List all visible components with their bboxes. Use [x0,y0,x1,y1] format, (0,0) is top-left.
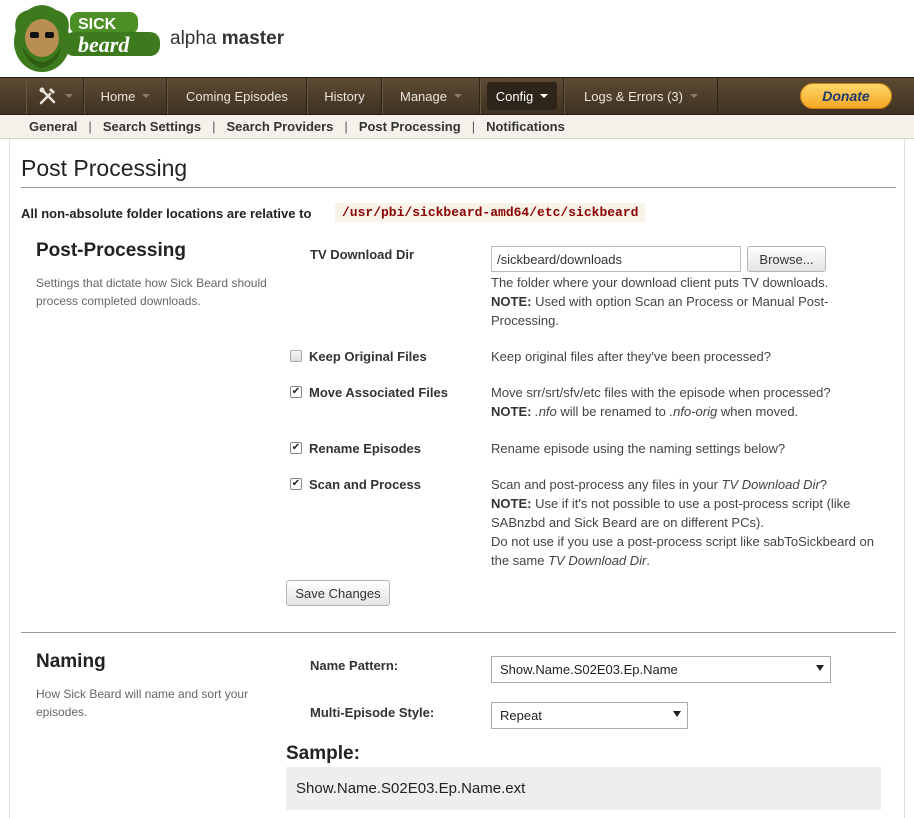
subnav-separator: | [344,119,348,134]
nav-home[interactable]: Home [84,78,167,114]
note-text: Used with option Scan an Process or Manu… [491,294,829,328]
note-label: NOTE: [491,496,532,511]
note-text: Use if it's not possible to use a post-p… [491,496,851,530]
nav-home-label: Home [100,88,136,104]
checkmark-icon: ✔ [291,478,301,489]
scan-and-process-label: Scan and Process [309,477,421,492]
checkmark-icon: ✔ [291,386,301,397]
tools-menu[interactable] [26,78,84,114]
chevron-down-icon [453,94,462,98]
scan-and-process-checkbox[interactable]: ✔ [290,478,302,490]
name-pattern-select[interactable]: Show.Name.S02E03.Ep.Name [491,656,831,683]
note-label: NOTE: [491,404,532,419]
subnav-separator: | [212,119,216,134]
checkmark-icon: ✔ [291,442,301,453]
keep-original-files-label: Keep Original Files [309,349,427,364]
tv-download-dir-input[interactable] [491,246,741,272]
nav-coming-episodes[interactable]: Coming Episodes [167,78,307,114]
branch-prefix: alpha [170,28,217,49]
note-text: when moved. [720,404,799,419]
chevron-down-icon [64,94,73,98]
logo-text-top: SICK [78,16,117,33]
move-associated-files-note: NOTE: .nfo will be renamed to .nfo-orig … [491,402,886,421]
dropdown-arrow-icon [816,665,824,671]
sample-box: Show.Name.S02E03.Ep.Name.ext [286,767,881,810]
post-processing-title: Post-Processing [36,240,186,261]
multi-episode-style-select[interactable]: Repeat [491,702,688,729]
page-title: Post Processing [21,155,188,181]
chevron-down-icon [689,94,698,98]
tv-download-dir-help-text: The folder where your download client pu… [491,275,829,290]
nav-logs-errors-label: Logs & Errors (3) [584,88,683,104]
header: SICK beard alpha master [0,0,914,76]
nav-coming-episodes-label: Coming Episodes [186,88,288,104]
branch-name: master [221,28,285,49]
rename-episodes-help: Rename episode using the naming settings… [491,441,786,456]
name-pattern-value: Show.Name.S02E03.Ep.Name [500,662,678,677]
nav-manage-label: Manage [400,88,447,104]
naming-description: How Sick Beard will name and sort your e… [36,687,249,719]
nav-manage[interactable]: Manage [382,78,480,114]
subnav-search-providers[interactable]: Search Providers [226,119,333,134]
nav-history[interactable]: History [307,78,382,114]
scan-and-process-note2: Do not use if you use a post-process scr… [491,534,874,568]
relative-path: /usr/pbi/sickbeard-amd64/etc/sickbeard [335,203,646,222]
rename-episodes-checkbox[interactable]: ✔ [290,442,302,454]
move-associated-files-checkbox[interactable]: ✔ [290,386,302,398]
move-associated-files-help: Move srr/srt/sfv/etc files with the epis… [491,383,886,421]
dropdown-arrow-icon [673,711,681,717]
tools-icon [39,87,55,105]
chevron-down-icon [540,94,549,98]
note-ext: .nfo [535,404,557,419]
multi-episode-style-label: Multi-Episode Style: [310,705,435,720]
chevron-down-icon [142,94,151,98]
donate-button[interactable]: Donate [800,83,892,109]
subnav-general[interactable]: General [29,119,77,134]
tv-download-dir-note: NOTE: Used with option Scan an Process o… [491,292,886,330]
sample-value: Show.Name.S02E03.Ep.Name.ext [296,780,526,797]
save-changes-button[interactable]: Save Changes [286,580,390,606]
nav-config[interactable]: Config [480,78,564,114]
relative-path-note: All non-absolute folder locations are re… [21,206,312,221]
nav-history-label: History [324,88,365,104]
sample-title: Sample: [286,743,360,764]
rename-episodes-label: Rename Episodes [309,441,421,456]
subnav-search-settings[interactable]: Search Settings [103,119,201,134]
subnav-separator: | [471,119,476,134]
subnav-separator: | [88,119,92,134]
sickbeard-logo[interactable]: SICK beard [8,2,162,74]
naming-title: Naming [36,651,106,672]
branch-label: alpha master [170,28,284,50]
tv-download-dir-label: TV Download Dir [310,247,414,262]
move-associated-files-label: Move Associated Files [309,385,448,400]
note-label: NOTE: [491,294,532,309]
nav-logs-errors[interactable]: Logs & Errors (3) [564,78,718,114]
section-divider [21,632,896,633]
subnav-post-processing[interactable]: Post Processing [359,119,461,134]
nav-config-label: Config [495,88,534,104]
move-associated-files-help-text: Move srr/srt/sfv/etc files with the epis… [491,385,831,400]
tv-download-dir-help: The folder where your download client pu… [491,273,886,330]
scan-and-process-help: Scan and post-process any files in your … [491,475,886,570]
note-text: will be renamed to [560,404,666,419]
note-ext: .nfo-orig [669,404,718,419]
subnav-notifications[interactable]: Notifications [486,119,565,134]
multi-episode-style-value: Repeat [500,708,542,723]
post-processing-description: Settings that dictate how Sick Beard sho… [36,276,267,308]
scan-and-process-note: NOTE: Use if it's not possible to use a … [491,494,886,532]
title-divider [21,187,896,188]
config-subnav: General | Search Settings | Search Provi… [0,115,914,139]
keep-original-files-checkbox[interactable] [290,350,302,362]
browse-button[interactable]: Browse... [747,246,826,272]
logo-text-bottom: beard [78,32,130,57]
keep-original-files-help: Keep original files after they've been p… [491,349,771,364]
main-nav: Home Coming Episodes History Manage Conf… [0,77,914,115]
name-pattern-label: Name Pattern: [310,658,399,673]
scan-and-process-help-text: Scan and post-process any files in your … [491,477,828,492]
